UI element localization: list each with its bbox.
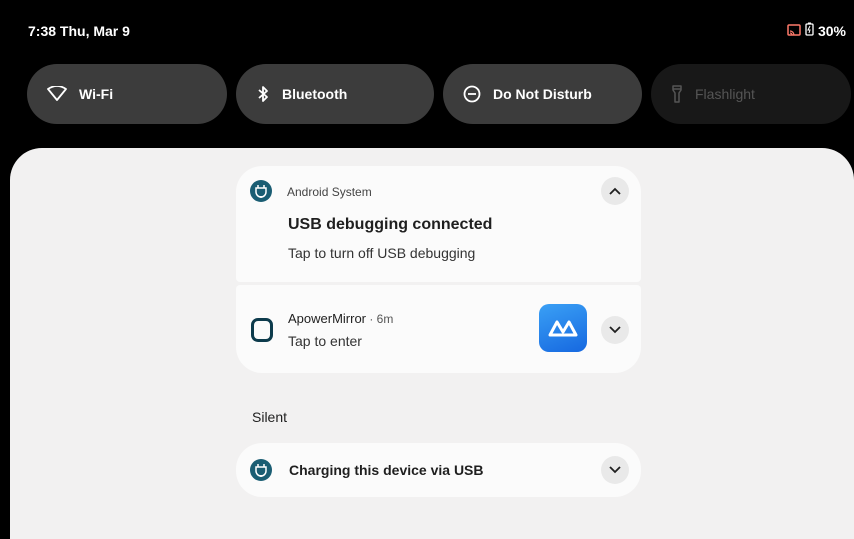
quick-settings-tiles: Wi-Fi Bluetooth Do Not Disturb Flashligh… [27,64,854,124]
chevron-up-icon [609,187,621,195]
collapse-button[interactable] [601,177,629,205]
android-system-icon [250,180,272,202]
bluetooth-tile-label: Bluetooth [282,86,348,102]
flashlight-icon [672,85,682,103]
chevron-down-icon [609,466,621,474]
notification-apowermirror[interactable]: ApowerMirror · 6m Tap to enter [236,285,641,373]
notification-body: Tap to turn off USB debugging [288,245,476,261]
wifi-icon [47,86,67,101]
apowermirror-icon [539,304,587,352]
cast-icon [787,23,801,39]
notification-title: USB debugging connected [288,216,493,233]
notification-app-line: ApowerMirror · 6m [288,311,393,326]
android-system-icon [250,459,272,481]
notification-charging-usb[interactable]: Charging this device via USB [236,443,641,497]
bluetooth-tile[interactable]: Bluetooth [236,64,434,124]
battery-percent: 30% [817,22,846,39]
apowermirror-small-icon [251,318,273,342]
notification-usb-debugging[interactable]: Android System USB debugging connected T… [236,166,641,282]
status-time-date: 7:38 Thu, Mar 9 [28,23,130,39]
bluetooth-icon [258,86,268,102]
status-icons: 30% [787,22,846,39]
flashlight-tile-label: Flashlight [695,86,755,102]
silent-section-header: Silent [252,409,288,425]
expand-button[interactable] [601,316,629,344]
status-bar: 7:38 Thu, Mar 9 30% [0,0,854,60]
flashlight-tile[interactable]: Flashlight [651,64,851,124]
chevron-down-icon [609,326,621,334]
notification-time: · 6m [366,312,394,326]
dnd-tile[interactable]: Do Not Disturb [443,64,642,124]
notification-app-name: Android System [287,185,372,199]
battery-charging-icon [805,22,814,39]
expand-button[interactable] [601,456,629,484]
notification-app-name: ApowerMirror [288,311,367,326]
dnd-tile-label: Do Not Disturb [493,86,592,102]
wifi-tile-label: Wi-Fi [79,86,114,102]
notification-title: Charging this device via USB [289,462,484,478]
notification-body: Tap to enter [288,333,362,349]
wifi-tile[interactable]: Wi-Fi [27,64,227,124]
dnd-icon [463,85,481,103]
